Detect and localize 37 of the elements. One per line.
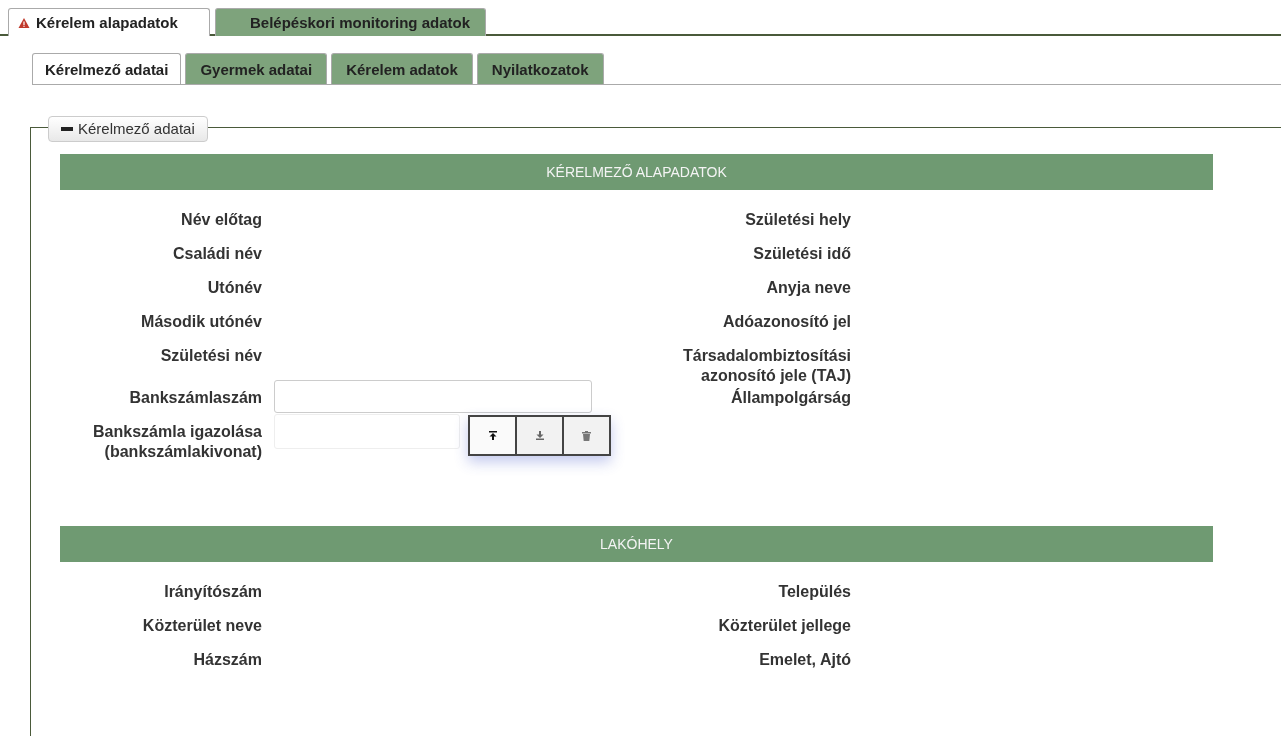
field-label: Házszám bbox=[192, 650, 262, 670]
field-label: Anyja neve bbox=[765, 278, 851, 298]
tab[interactable]: Belépéskori monitoring adatok bbox=[215, 8, 487, 36]
field-label: Utónév bbox=[206, 278, 262, 298]
collapse-button[interactable]: Kérelmező adatai bbox=[48, 116, 208, 142]
field-label: Bankszámlaszám bbox=[128, 388, 262, 408]
field-label: Születési idő bbox=[752, 244, 851, 264]
section-header: LAKÓHELY bbox=[60, 526, 1213, 562]
field-label: Bankszámla igazolása (bankszámlakivonat) bbox=[92, 422, 262, 462]
tab[interactable]: Kérelem alapadatok bbox=[8, 8, 210, 36]
field-label: Település bbox=[777, 582, 851, 602]
tab[interactable]: Kérelmező adatai bbox=[32, 53, 182, 84]
file-field[interactable] bbox=[274, 414, 460, 449]
field-label: Közterület neve bbox=[141, 616, 262, 636]
delete-button[interactable] bbox=[562, 415, 611, 456]
download-button[interactable] bbox=[515, 415, 564, 456]
upload-button[interactable] bbox=[468, 415, 517, 456]
download-icon bbox=[535, 431, 544, 440]
field-label: Társadalombiztosítási azonosító jele (TAJ) bbox=[681, 346, 851, 386]
field-label: Második utónév bbox=[140, 312, 262, 332]
field-label: Név előtag bbox=[180, 210, 262, 230]
upload-icon bbox=[488, 431, 497, 440]
minus-icon bbox=[61, 126, 73, 131]
field-label: Emelet, Ajtó bbox=[758, 650, 851, 670]
field-label: Családi név bbox=[172, 244, 262, 264]
tab[interactable]: Nyilatkozatok bbox=[476, 53, 604, 84]
field-label: Közterület jellege bbox=[717, 616, 851, 636]
section-header: KÉRELMEZŐ ALAPADATOK bbox=[60, 154, 1213, 190]
tab[interactable]: Kérelem adatok bbox=[331, 53, 473, 84]
input-field[interactable] bbox=[274, 380, 592, 413]
field-label: Születési hely bbox=[744, 210, 851, 230]
field-label: Adóazonosító jel bbox=[722, 312, 851, 332]
field-label: Állampolgárság bbox=[729, 387, 851, 408]
trash-icon bbox=[582, 430, 591, 441]
field-label: Irányítószám bbox=[163, 582, 262, 602]
field-label: Születési név bbox=[159, 346, 262, 366]
tab[interactable]: Gyermek adatai bbox=[185, 53, 328, 84]
